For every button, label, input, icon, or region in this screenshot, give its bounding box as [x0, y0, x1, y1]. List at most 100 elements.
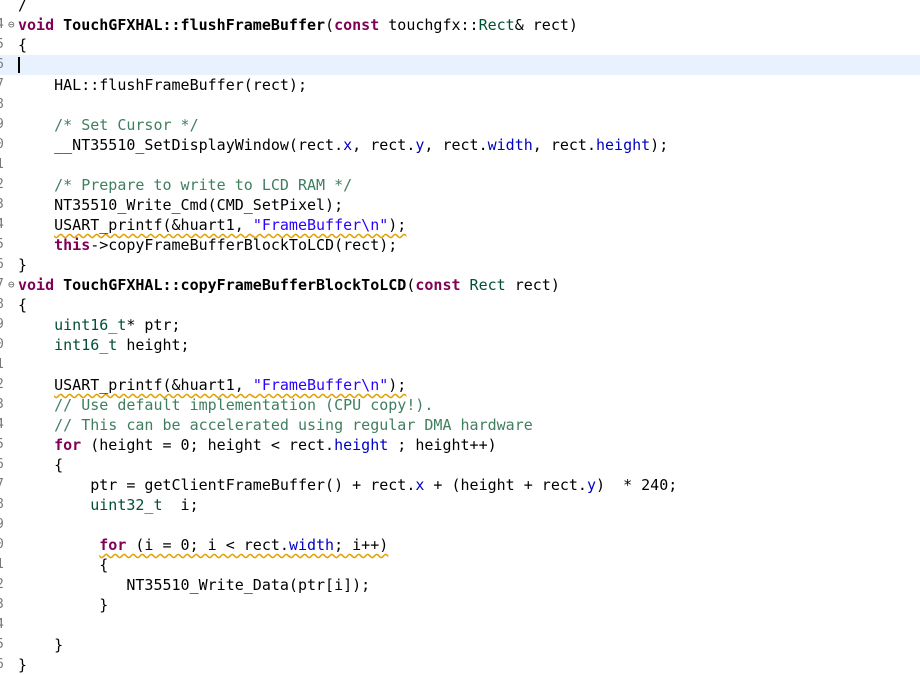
line-number: 3 — [0, 195, 10, 215]
code-token: { — [18, 556, 109, 574]
code-token: NT35510_Write_Cmd(CMD_SetPixel); — [18, 196, 344, 214]
code-text: / — [18, 0, 27, 15]
line-number: 8 — [0, 95, 10, 115]
code-line[interactable]: 4 — [0, 615, 920, 635]
line-number: 5 — [0, 435, 10, 455]
code-token: , rect. — [424, 136, 488, 154]
code-text: { — [18, 455, 63, 475]
code-token: ( — [325, 16, 335, 34]
code-token: touchgfx:: — [379, 16, 479, 34]
code-line[interactable]: 5 } — [0, 635, 920, 655]
code-token: ; height++) — [388, 436, 497, 454]
code-text: NT35510_Write_Data(ptr[i]); — [18, 575, 370, 595]
code-line[interactable]: 6 { — [0, 455, 920, 475]
line-number: 6 — [0, 255, 10, 275]
code-token: ) * 240; — [595, 476, 678, 494]
code-line[interactable]: 5 for (height = 0; height < rect.height … — [0, 435, 920, 455]
code-text: /* Set Cursor */ — [18, 115, 199, 135]
code-token: ; i++) — [334, 536, 389, 554]
line-number: 4 — [0, 215, 10, 235]
code-line[interactable]: 5 this->copyFrameBufferBlockToLCD(rect); — [0, 235, 920, 255]
code-line[interactable]: 9 — [0, 515, 920, 535]
code-line[interactable]: 6 — [0, 55, 920, 75]
code-text: void TouchGFXHAL::copyFrameBufferBlockTo… — [18, 275, 560, 295]
code-token: , rect. — [532, 136, 596, 154]
line-number: 5 — [0, 35, 10, 55]
code-text: this->copyFrameBufferBlockToLCD(rect); — [18, 235, 397, 255]
code-text: USART_printf(&huart1, "FrameBuffer\n"); — [18, 215, 406, 235]
code-line[interactable]: 9 uint16_t* ptr; — [0, 315, 920, 335]
code-line[interactable]: 2 NT35510_Write_Data(ptr[i]); — [0, 575, 920, 595]
code-text: for (i = 0; i < rect.width; i++) — [18, 535, 388, 555]
code-token: this — [54, 236, 91, 254]
code-line[interactable]: 7 HAL::flushFrameBuffer(rect); — [0, 75, 920, 95]
code-line[interactable]: 3 NT35510_Write_Cmd(CMD_SetPixel); — [0, 195, 920, 215]
code-token: rect) — [505, 276, 560, 294]
code-line[interactable]: 8 uint32_t i; — [0, 495, 920, 515]
code-line[interactable]: 2 USART_printf(&huart1, "FrameBuffer\n")… — [0, 375, 920, 395]
code-token: "FrameBuffer\n" — [252, 216, 389, 234]
code-token: ); — [650, 136, 669, 154]
code-line[interactable]: 5{ — [0, 35, 920, 55]
code-token: "FrameBuffer\n" — [252, 376, 389, 394]
code-line[interactable]: 1 — [0, 155, 920, 175]
code-token: TouchGFXHAL::flushFrameBuffer — [63, 16, 326, 34]
line-number: 7 — [0, 75, 10, 95]
code-text: { — [18, 555, 108, 575]
code-token: } — [18, 256, 28, 274]
code-token: width — [288, 536, 335, 554]
code-text: __NT35510_SetDisplayWindow(rect.x, rect.… — [18, 135, 668, 155]
code-line[interactable]: 6} — [0, 655, 920, 675]
code-line[interactable]: 9 /* Set Cursor */ — [0, 115, 920, 135]
fold-toggle-icon[interactable]: ⊖ — [8, 15, 15, 35]
code-line[interactable]: 3 // Use default implementation (CPU cop… — [0, 395, 920, 415]
code-line[interactable]: 7⊖void TouchGFXHAL::copyFrameBufferBlock… — [0, 275, 920, 295]
code-line[interactable]: 4 USART_printf(&huart1, "FrameBuffer\n")… — [0, 215, 920, 235]
code-token: y — [586, 476, 596, 494]
code-text: } — [18, 655, 27, 675]
code-line[interactable]: 0 int16_t height; — [0, 335, 920, 355]
code-editor[interactable]: /4⊖void TouchGFXHAL::flushFrameBuffer(co… — [0, 0, 920, 674]
code-token: Rect — [478, 16, 515, 34]
code-token: __NT35510_SetDisplayWindow(rect. — [18, 136, 344, 154]
code-line[interactable]: 0 for (i = 0; i < rect.width; i++) — [0, 535, 920, 555]
code-text: ptr = getClientFrameBuffer() + rect.x + … — [18, 475, 677, 495]
code-token: x — [343, 136, 353, 154]
code-line[interactable]: / — [0, 0, 920, 15]
code-token: & rect) — [514, 16, 578, 34]
code-line[interactable]: 6} — [0, 255, 920, 275]
code-line[interactable]: 2 /* Prepare to write to LCD RAM */ — [0, 175, 920, 195]
line-number: 2 — [0, 375, 10, 395]
code-line[interactable]: 0 __NT35510_SetDisplayWindow(rect.x, rec… — [0, 135, 920, 155]
code-line[interactable]: 4 // This can be accelerated using regul… — [0, 415, 920, 435]
code-text: NT35510_Write_Cmd(CMD_SetPixel); — [18, 195, 343, 215]
code-text: } — [18, 635, 63, 655]
code-token: HAL::flushFrameBuffer(rect); — [18, 76, 307, 94]
code-line[interactable]: 4⊖void TouchGFXHAL::flushFrameBuffer(con… — [0, 15, 920, 35]
code-line[interactable]: 1 — [0, 355, 920, 375]
code-line[interactable]: 3 } — [0, 595, 920, 615]
line-number: 9 — [0, 115, 10, 135]
code-line[interactable]: 1 { — [0, 555, 920, 575]
code-token: for — [99, 536, 127, 554]
code-text: USART_printf(&huart1, "FrameBuffer\n"); — [18, 375, 406, 395]
code-token: ); — [388, 376, 407, 394]
fold-toggle-icon[interactable]: ⊖ — [8, 275, 15, 295]
code-line[interactable]: 7 ptr = getClientFrameBuffer() + rect.x … — [0, 475, 920, 495]
line-number: 4 — [0, 415, 10, 435]
code-line[interactable]: 8 — [0, 95, 920, 115]
code-text: { — [18, 35, 27, 55]
code-token: // Use default implementation (CPU copy!… — [54, 396, 434, 414]
code-token: const — [415, 276, 461, 294]
code-text: uint16_t* ptr; — [18, 315, 180, 335]
code-token: ); — [388, 216, 407, 234]
code-token: , rect. — [352, 136, 416, 154]
code-line[interactable]: 8{ — [0, 295, 920, 315]
